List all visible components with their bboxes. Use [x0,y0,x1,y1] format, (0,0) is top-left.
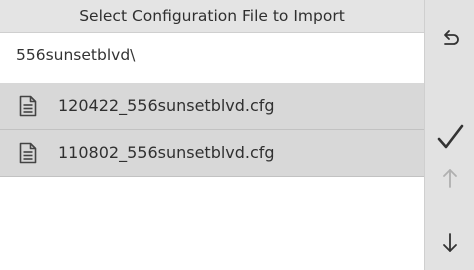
document-icon [19,95,37,117]
back-arrow-icon [444,30,459,45]
path-bar: 556sunsetblvd\ [0,33,424,84]
document-icon [19,142,37,164]
scroll-up-button[interactable] [425,153,474,203]
file-list: 120422_556sunsetblvd.cfg 110802_556sunse… [0,83,424,177]
file-list-item[interactable]: 110802_556sunsetblvd.cfg [0,130,424,177]
current-path: 556sunsetblvd\ [16,46,136,64]
back-button[interactable] [425,12,474,62]
file-import-dialog: Select Configuration File to Import 556s… [0,0,424,270]
file-list-item[interactable]: 120422_556sunsetblvd.cfg [0,83,424,130]
arrow-up-icon [443,169,457,188]
arrow-down-icon [443,233,457,252]
scroll-down-button[interactable] [425,218,474,268]
dialog-title: Select Configuration File to Import [0,0,424,33]
checkmark-icon [437,124,464,149]
file-name: 120422_556sunsetblvd.cfg [58,96,275,115]
action-sidebar [424,0,474,270]
file-name: 110802_556sunsetblvd.cfg [58,143,275,162]
